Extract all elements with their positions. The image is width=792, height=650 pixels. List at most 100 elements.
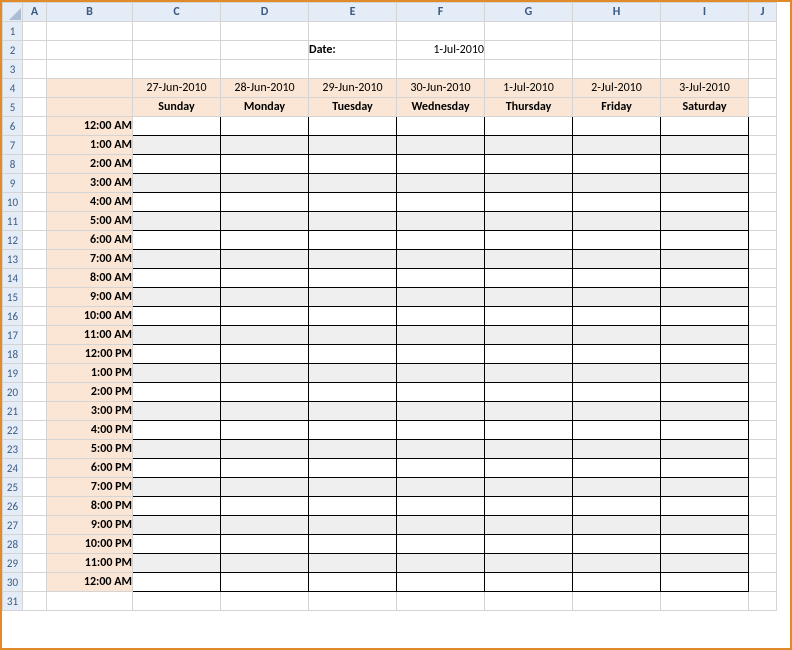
cell[interactable] <box>23 79 47 98</box>
schedule-cell[interactable] <box>309 212 397 231</box>
schedule-cell[interactable] <box>573 516 661 535</box>
schedule-cell[interactable] <box>221 155 309 174</box>
time-label[interactable]: 6:00 AM <box>47 231 133 250</box>
schedule-cell[interactable] <box>661 573 749 592</box>
time-label[interactable]: 3:00 PM <box>47 402 133 421</box>
cell[interactable] <box>23 402 47 421</box>
schedule-cell[interactable] <box>573 326 661 345</box>
time-label[interactable]: 8:00 AM <box>47 269 133 288</box>
cell[interactable] <box>221 22 309 41</box>
schedule-cell[interactable] <box>397 459 485 478</box>
cell[interactable] <box>573 592 661 611</box>
schedule-cell[interactable] <box>221 421 309 440</box>
schedule-cell[interactable] <box>485 554 573 573</box>
schedule-cell[interactable] <box>221 440 309 459</box>
schedule-cell[interactable] <box>661 345 749 364</box>
schedule-cell[interactable] <box>573 250 661 269</box>
schedule-cell[interactable] <box>397 478 485 497</box>
day-name[interactable]: Sunday <box>133 98 221 117</box>
schedule-cell[interactable] <box>573 155 661 174</box>
schedule-cell[interactable] <box>661 307 749 326</box>
time-label[interactable]: 10:00 AM <box>47 307 133 326</box>
time-label[interactable]: 1:00 PM <box>47 364 133 383</box>
cell[interactable] <box>133 22 221 41</box>
col-header[interactable]: D <box>221 3 309 22</box>
cell[interactable] <box>749 231 777 250</box>
cell[interactable] <box>23 345 47 364</box>
schedule-cell[interactable] <box>397 307 485 326</box>
schedule-cell[interactable] <box>485 307 573 326</box>
cell[interactable] <box>47 41 133 60</box>
time-label[interactable]: 4:00 PM <box>47 421 133 440</box>
row-header[interactable]: 21 <box>3 402 23 421</box>
cell[interactable] <box>749 478 777 497</box>
schedule-cell[interactable] <box>309 345 397 364</box>
row-header[interactable]: 23 <box>3 440 23 459</box>
time-label[interactable]: 7:00 PM <box>47 478 133 497</box>
schedule-cell[interactable] <box>573 573 661 592</box>
schedule-cell[interactable] <box>309 193 397 212</box>
date-label[interactable]: Date: <box>309 41 397 60</box>
schedule-cell[interactable] <box>573 117 661 136</box>
cell[interactable] <box>23 98 47 117</box>
cell[interactable] <box>23 117 47 136</box>
schedule-cell[interactable] <box>485 402 573 421</box>
schedule-cell[interactable] <box>485 478 573 497</box>
schedule-cell[interactable] <box>661 288 749 307</box>
day-date[interactable]: 2-Jul-2010 <box>573 79 661 98</box>
schedule-cell[interactable] <box>661 250 749 269</box>
cell[interactable] <box>397 22 485 41</box>
cell[interactable] <box>133 592 221 611</box>
schedule-cell[interactable] <box>397 326 485 345</box>
schedule-cell[interactable] <box>397 250 485 269</box>
cell[interactable] <box>749 497 777 516</box>
schedule-cell[interactable] <box>133 402 221 421</box>
schedule-cell[interactable] <box>133 535 221 554</box>
schedule-cell[interactable] <box>221 497 309 516</box>
schedule-cell[interactable] <box>573 364 661 383</box>
schedule-cell[interactable] <box>221 516 309 535</box>
schedule-cell[interactable] <box>573 212 661 231</box>
schedule-cell[interactable] <box>397 554 485 573</box>
col-header[interactable]: H <box>573 3 661 22</box>
cell[interactable] <box>573 60 661 79</box>
col-header[interactable]: F <box>397 3 485 22</box>
cell[interactable] <box>23 459 47 478</box>
schedule-cell[interactable] <box>309 459 397 478</box>
schedule-cell[interactable] <box>485 174 573 193</box>
schedule-cell[interactable] <box>309 250 397 269</box>
time-label[interactable]: 5:00 AM <box>47 212 133 231</box>
schedule-cell[interactable] <box>221 288 309 307</box>
cell[interactable] <box>749 212 777 231</box>
schedule-cell[interactable] <box>397 345 485 364</box>
schedule-cell[interactable] <box>221 326 309 345</box>
schedule-cell[interactable] <box>221 478 309 497</box>
schedule-cell[interactable] <box>309 497 397 516</box>
time-label[interactable]: 3:00 AM <box>47 174 133 193</box>
schedule-cell[interactable] <box>309 516 397 535</box>
schedule-cell[interactable] <box>133 459 221 478</box>
schedule-cell[interactable] <box>661 402 749 421</box>
cell[interactable] <box>661 41 749 60</box>
row-header[interactable]: 5 <box>3 98 23 117</box>
row-header[interactable]: 31 <box>3 592 23 611</box>
schedule-cell[interactable] <box>485 364 573 383</box>
cell[interactable] <box>661 592 749 611</box>
cell[interactable] <box>485 592 573 611</box>
schedule-cell[interactable] <box>309 269 397 288</box>
schedule-cell[interactable] <box>397 364 485 383</box>
schedule-cell[interactable] <box>397 136 485 155</box>
cell[interactable] <box>661 22 749 41</box>
cell[interactable] <box>23 478 47 497</box>
cell[interactable] <box>749 307 777 326</box>
schedule-cell[interactable] <box>397 497 485 516</box>
schedule-cell[interactable] <box>485 269 573 288</box>
cell[interactable] <box>23 212 47 231</box>
schedule-cell[interactable] <box>573 440 661 459</box>
schedule-cell[interactable] <box>133 421 221 440</box>
schedule-cell[interactable] <box>573 402 661 421</box>
cell[interactable] <box>23 326 47 345</box>
cell[interactable] <box>749 535 777 554</box>
cell[interactable] <box>749 60 777 79</box>
schedule-cell[interactable] <box>221 554 309 573</box>
